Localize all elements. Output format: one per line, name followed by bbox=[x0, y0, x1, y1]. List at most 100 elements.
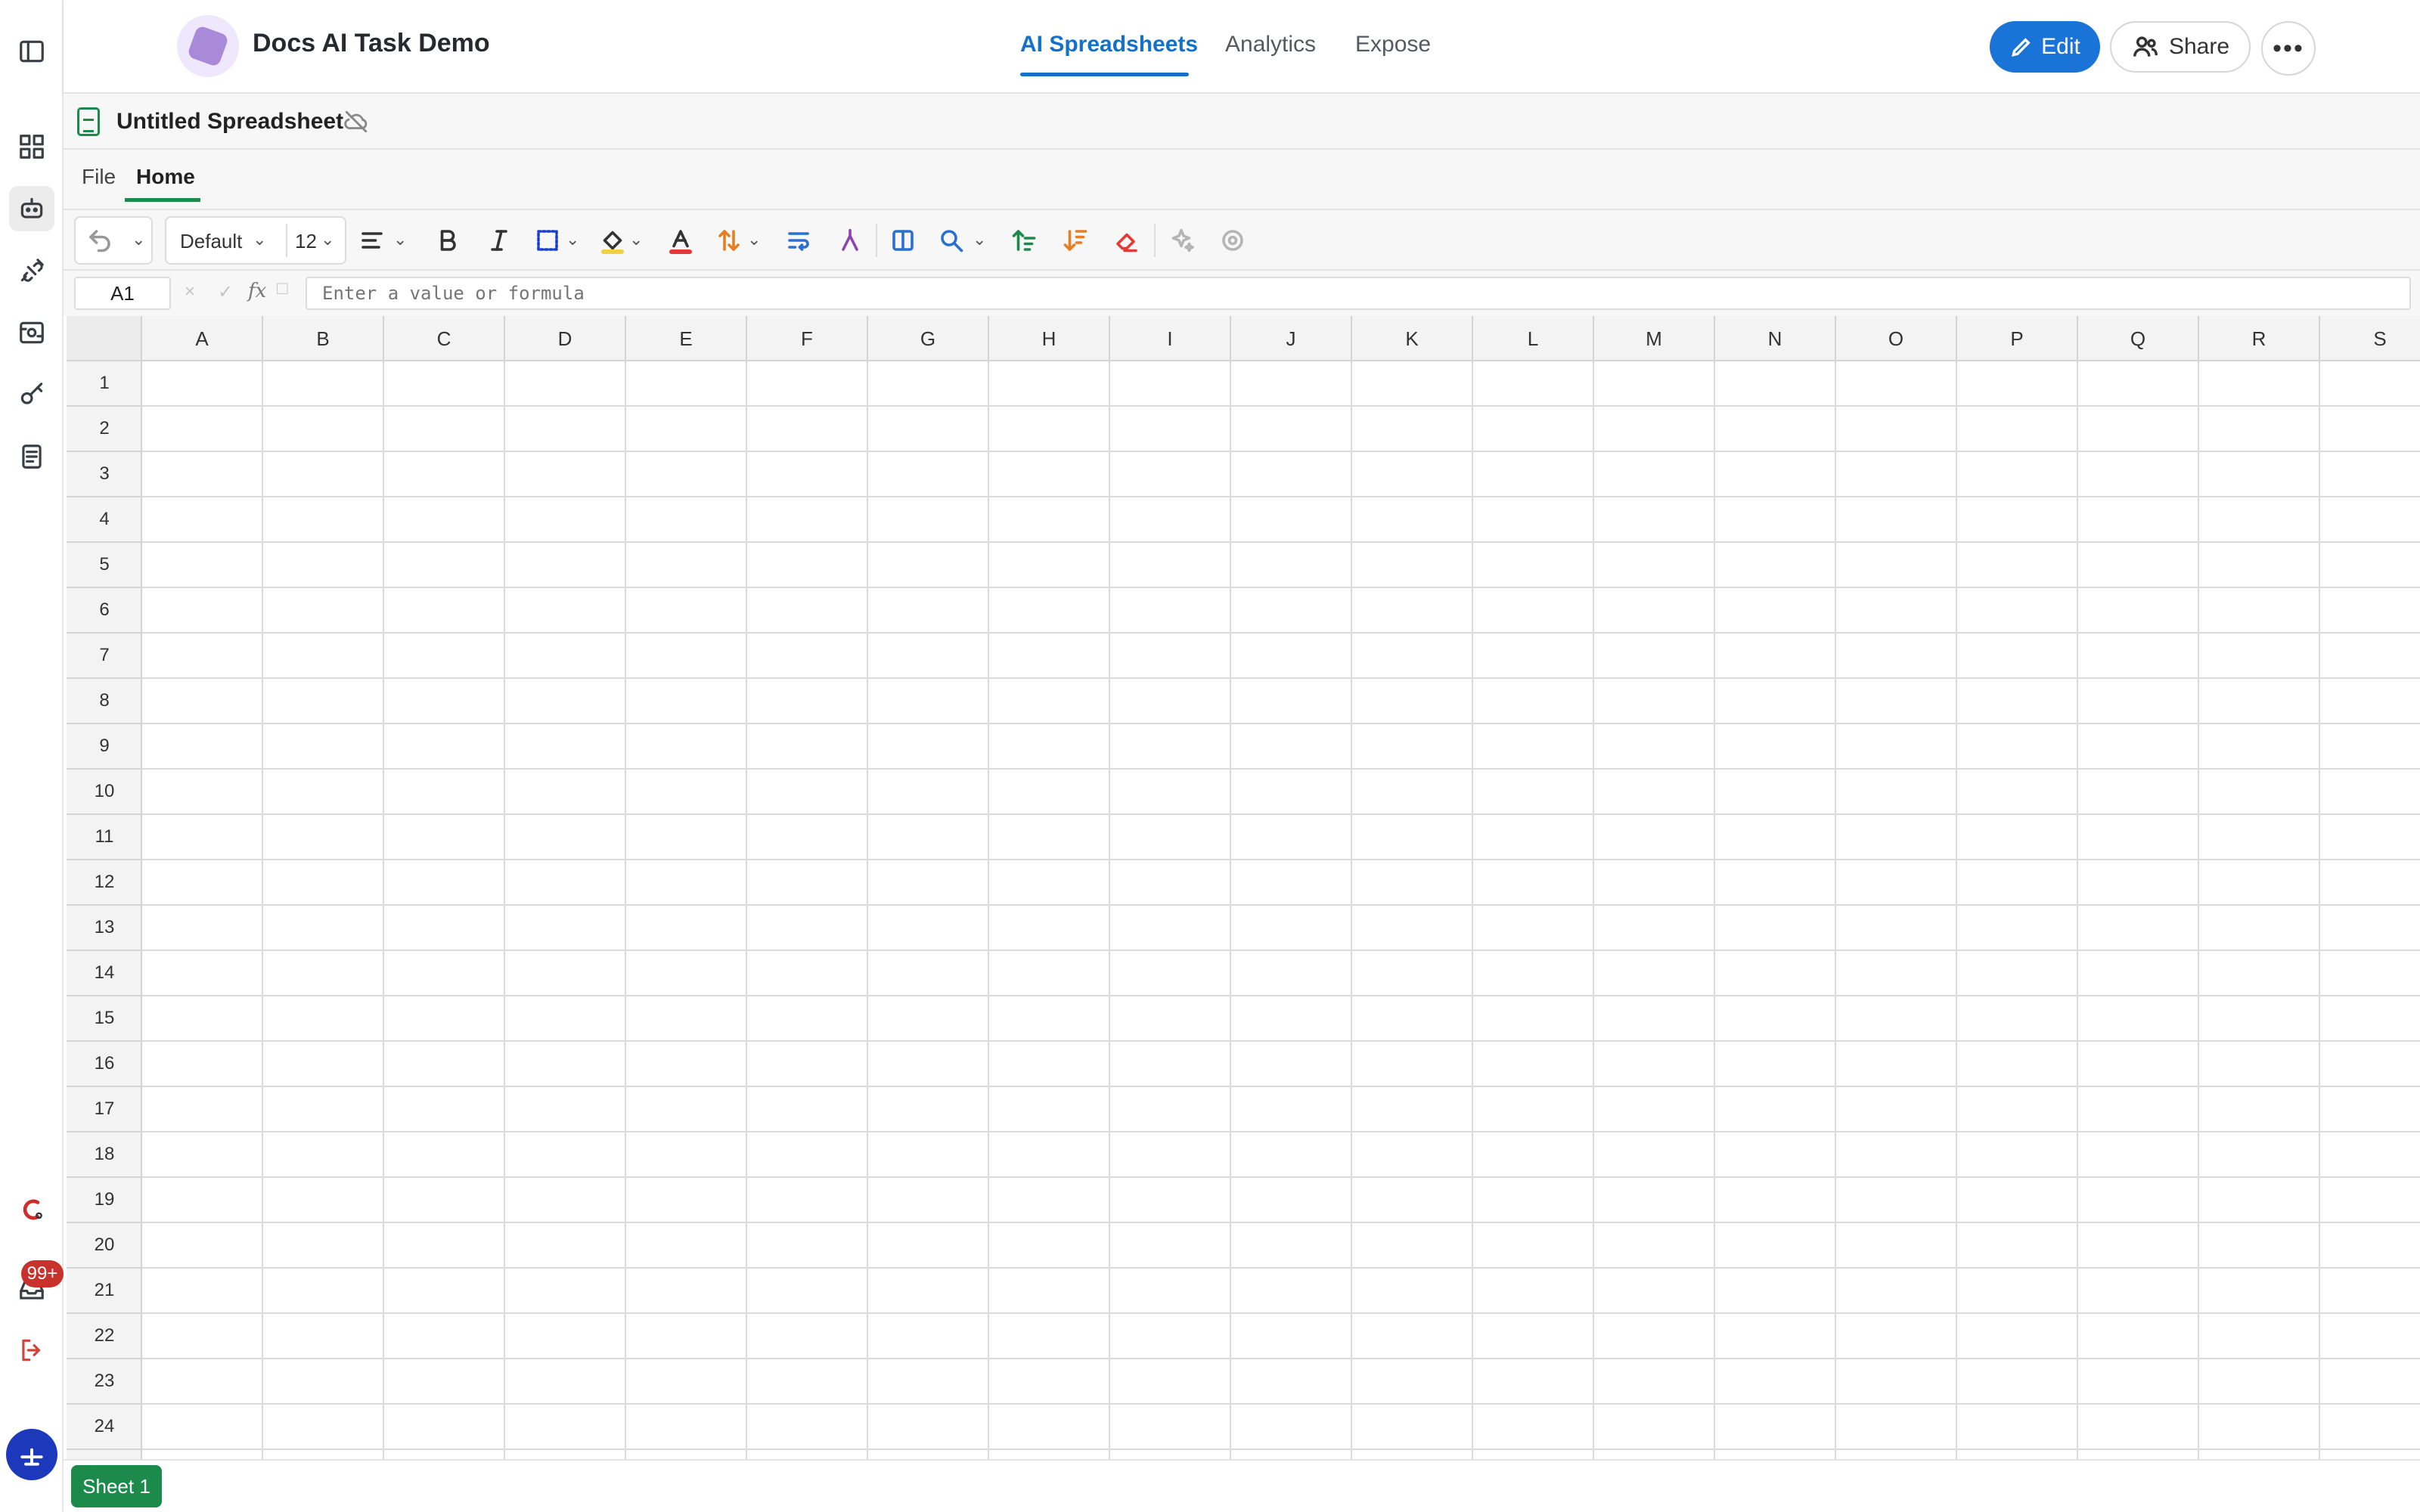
row-header[interactable]: 17 bbox=[67, 1087, 142, 1132]
undo-dropdown-chevron-icon[interactable]: ⌄ bbox=[132, 230, 145, 249]
key-icon[interactable] bbox=[9, 372, 54, 417]
formula-input[interactable] bbox=[306, 277, 2411, 310]
more-options-button[interactable]: ••• bbox=[2261, 21, 2316, 76]
row-header[interactable]: 16 bbox=[67, 1042, 142, 1087]
align-icon[interactable] bbox=[355, 224, 389, 257]
sort-ascending-icon[interactable] bbox=[1007, 224, 1041, 257]
sort-icon[interactable] bbox=[712, 224, 746, 257]
row-header[interactable]: 21 bbox=[67, 1269, 142, 1314]
row-header[interactable]: 23 bbox=[67, 1359, 142, 1405]
column-header[interactable]: F bbox=[747, 316, 868, 361]
row-header[interactable]: 8 bbox=[67, 679, 142, 724]
row-header[interactable]: 2 bbox=[67, 407, 142, 452]
dashboard-grid-icon[interactable] bbox=[9, 124, 54, 169]
column-header[interactable]: Q bbox=[2078, 316, 2199, 361]
row-header[interactable]: 4 bbox=[67, 497, 142, 543]
row-header[interactable]: 3 bbox=[67, 452, 142, 497]
cell-area[interactable] bbox=[142, 361, 2420, 1459]
ai-sparkle-icon[interactable] bbox=[1165, 224, 1198, 257]
align-chevron-icon[interactable]: ⌄ bbox=[393, 230, 407, 249]
column-header[interactable]: P bbox=[1957, 316, 2078, 361]
column-header[interactable]: K bbox=[1352, 316, 1473, 361]
fill-color-chevron-icon[interactable]: ⌄ bbox=[629, 230, 643, 249]
bold-icon[interactable] bbox=[431, 224, 464, 257]
font-size-select[interactable]: 12 bbox=[295, 230, 317, 253]
sheet-tab[interactable]: Sheet 1 bbox=[71, 1465, 162, 1507]
search-chevron-icon[interactable]: ⌄ bbox=[973, 230, 986, 249]
row-header[interactable]: 22 bbox=[67, 1314, 142, 1359]
expand-formula-icon[interactable]: □ bbox=[277, 278, 288, 299]
select-all-corner[interactable] bbox=[67, 316, 142, 361]
fill-color-icon[interactable] bbox=[596, 224, 629, 257]
row-header[interactable]: 12 bbox=[67, 860, 142, 906]
row-gridline bbox=[142, 768, 2420, 770]
freeze-columns-icon[interactable] bbox=[886, 224, 920, 257]
sort-chevron-icon[interactable]: ⌄ bbox=[747, 230, 761, 249]
wrap-text-icon[interactable] bbox=[782, 224, 815, 257]
column-header[interactable]: D bbox=[505, 316, 626, 361]
row-header[interactable]: 15 bbox=[67, 996, 142, 1042]
border-icon[interactable] bbox=[531, 224, 564, 257]
confirm-formula-icon[interactable]: ✓ bbox=[218, 281, 233, 303]
scan-icon[interactable] bbox=[9, 310, 54, 355]
column-header[interactable]: I bbox=[1110, 316, 1231, 361]
column-header[interactable]: E bbox=[626, 316, 747, 361]
row-header[interactable]: 19 bbox=[67, 1178, 142, 1223]
undo-icon[interactable] bbox=[83, 224, 116, 257]
user-avatar-icon[interactable] bbox=[6, 1429, 57, 1480]
font-family-chevron-icon[interactable]: ⌄ bbox=[253, 230, 266, 249]
row-header[interactable]: 24 bbox=[67, 1405, 142, 1450]
font-family-select[interactable]: Default bbox=[180, 230, 242, 253]
row-header[interactable]: 9 bbox=[67, 724, 142, 770]
clear-format-icon[interactable] bbox=[1110, 224, 1143, 257]
menu-file[interactable]: File bbox=[82, 165, 116, 189]
document-icon[interactable] bbox=[9, 434, 54, 479]
row-header[interactable]: 1 bbox=[67, 361, 142, 407]
search-icon[interactable] bbox=[935, 224, 968, 257]
app-logo-icon[interactable] bbox=[9, 1187, 54, 1232]
row-header[interactable]: 6 bbox=[67, 588, 142, 634]
column-header[interactable]: L bbox=[1473, 316, 1594, 361]
edit-button[interactable]: Edit bbox=[1990, 21, 2100, 73]
column-header[interactable]: O bbox=[1836, 316, 1957, 361]
text-color-icon[interactable] bbox=[664, 224, 697, 257]
column-header[interactable]: B bbox=[263, 316, 384, 361]
plug-icon[interactable] bbox=[9, 248, 54, 293]
logout-icon[interactable] bbox=[9, 1328, 54, 1373]
tab-ai-spreadsheets[interactable]: AI Spreadsheets bbox=[1020, 32, 1198, 57]
column-header[interactable]: M bbox=[1594, 316, 1715, 361]
row-header[interactable]: 20 bbox=[67, 1223, 142, 1269]
row-header[interactable]: 18 bbox=[67, 1132, 142, 1178]
column-header[interactable]: C bbox=[384, 316, 505, 361]
column-header[interactable]: S bbox=[2320, 316, 2420, 361]
document-title[interactable]: Untitled Spreadsheet bbox=[116, 109, 343, 135]
share-button[interactable]: Share bbox=[2110, 21, 2251, 73]
menu-home[interactable]: Home bbox=[136, 165, 195, 189]
column-header[interactable]: G bbox=[868, 316, 989, 361]
row-header[interactable]: 10 bbox=[67, 770, 142, 815]
robot-icon[interactable] bbox=[9, 186, 54, 231]
column-header[interactable]: R bbox=[2199, 316, 2320, 361]
cell-reference-box[interactable]: A1 bbox=[74, 277, 171, 310]
record-icon[interactable] bbox=[1216, 224, 1249, 257]
tab-expose[interactable]: Expose bbox=[1355, 32, 1431, 57]
sort-descending-icon[interactable] bbox=[1059, 224, 1092, 257]
row-header[interactable]: 14 bbox=[67, 951, 142, 996]
merge-icon[interactable] bbox=[833, 224, 867, 257]
cancel-formula-icon[interactable]: × bbox=[185, 281, 195, 302]
spreadsheet-grid[interactable]: ABCDEFGHIJKLMNOPQRS 1 2 3 4 5 6 7 8 9 10 11 12 13 14 1… bbox=[67, 316, 2420, 1459]
border-chevron-icon[interactable]: ⌄ bbox=[566, 230, 579, 249]
italic-icon[interactable] bbox=[482, 224, 516, 257]
column-header[interactable]: J bbox=[1231, 316, 1352, 361]
column-header[interactable]: A bbox=[142, 316, 263, 361]
column-header[interactable]: N bbox=[1715, 316, 1836, 361]
tab-analytics[interactable]: Analytics bbox=[1225, 32, 1316, 57]
sidebar-toggle-icon[interactable] bbox=[9, 29, 54, 74]
row-header[interactable]: 13 bbox=[67, 906, 142, 951]
row-header[interactable]: 11 bbox=[67, 815, 142, 860]
column-headers: ABCDEFGHIJKLMNOPQRS bbox=[67, 316, 2420, 361]
column-header[interactable]: H bbox=[989, 316, 1110, 361]
font-size-chevron-icon[interactable]: ⌄ bbox=[321, 230, 334, 249]
row-header[interactable]: 7 bbox=[67, 634, 142, 679]
row-header[interactable]: 5 bbox=[67, 543, 142, 588]
